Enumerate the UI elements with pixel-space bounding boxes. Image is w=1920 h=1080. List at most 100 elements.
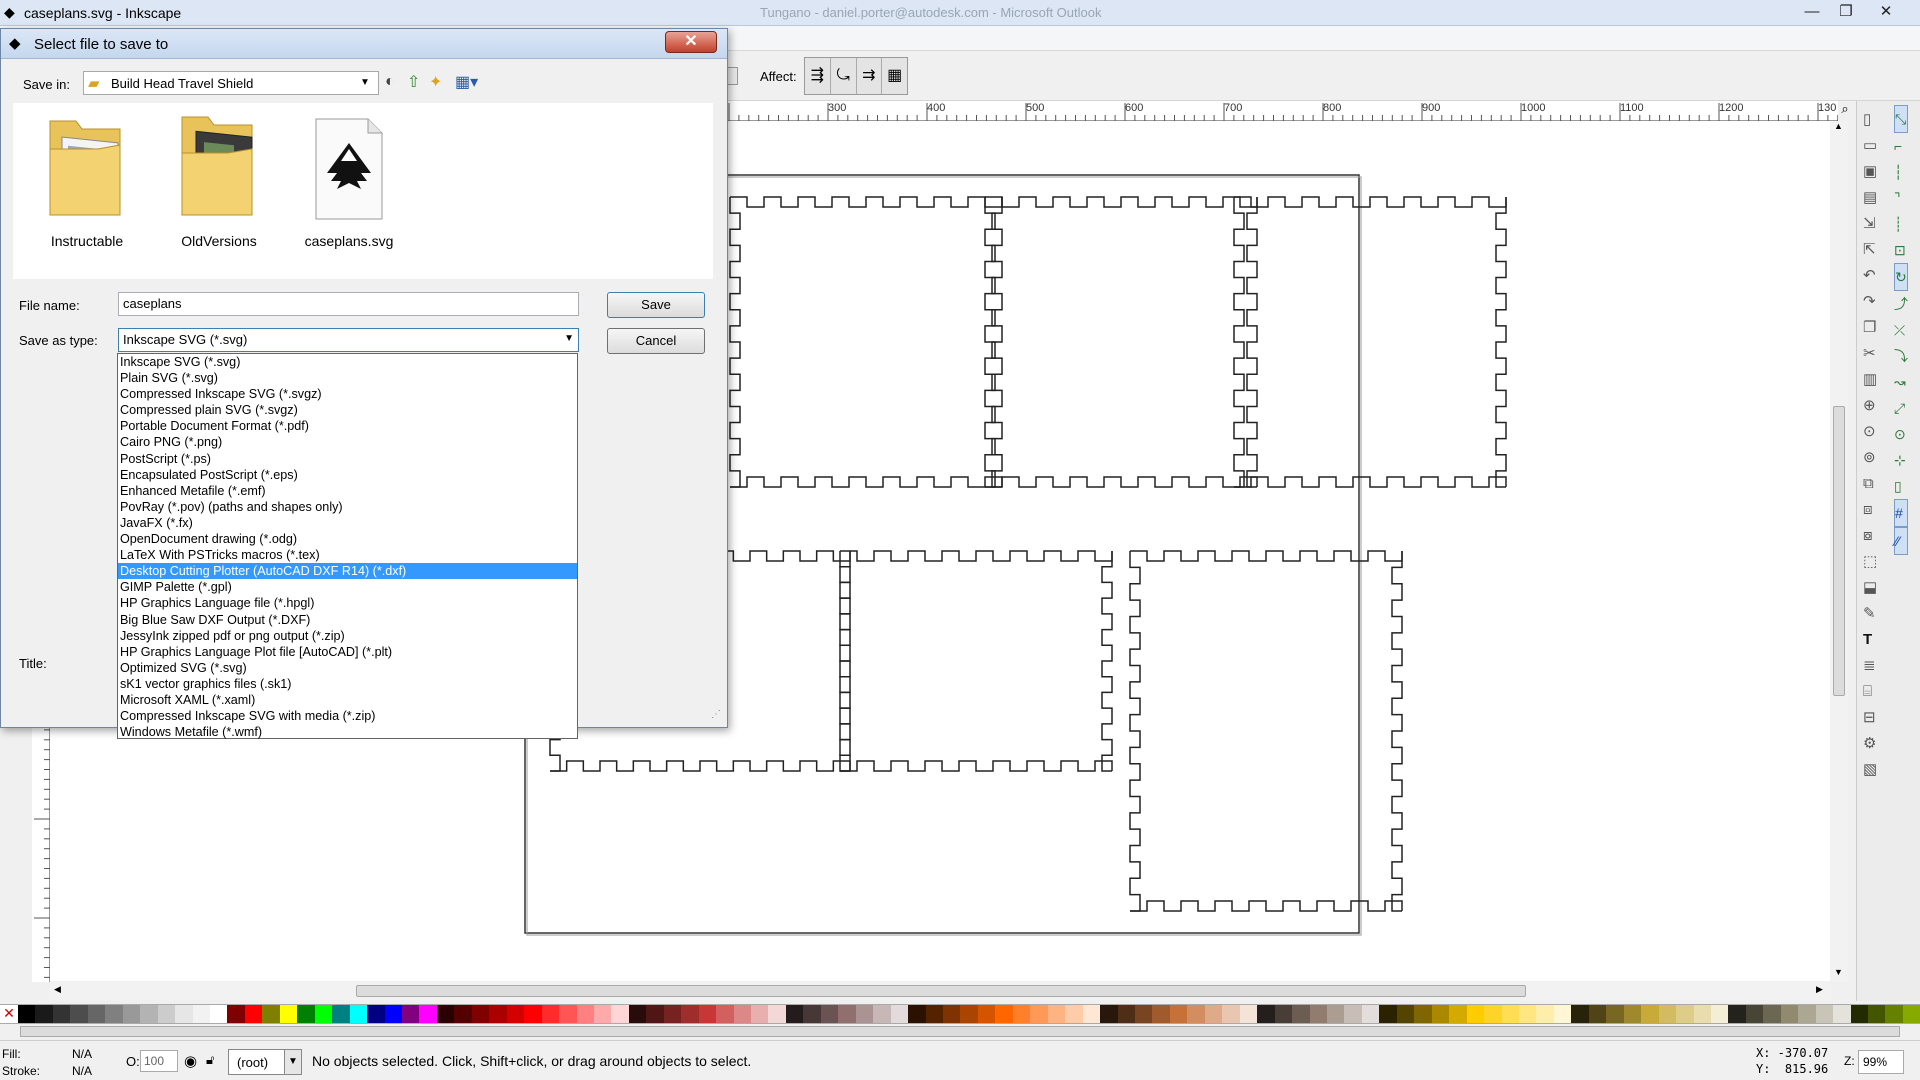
zoom-input[interactable]: 99% [1858, 1050, 1904, 1074]
color-swatch[interactable] [960, 1005, 978, 1023]
color-swatch[interactable] [1676, 1005, 1694, 1023]
color-swatch[interactable] [87, 1005, 106, 1023]
opacity-input[interactable]: 100 [140, 1050, 178, 1072]
color-swatch[interactable] [1012, 1005, 1031, 1023]
close-window-button[interactable]: ✕ [1870, 0, 1902, 24]
cancel-button[interactable]: Cancel [607, 328, 705, 354]
scroll-down-icon[interactable]: ▼ [1834, 967, 1843, 977]
undo-icon[interactable]: ↶ [1863, 263, 1877, 289]
file-type-option[interactable]: Desktop Cutting Plotter (AutoCAD DXF R14… [118, 563, 577, 580]
view-menu-icon[interactable]: ▦▾ [455, 72, 478, 92]
scroll-left-icon[interactable]: ◀ [54, 984, 61, 995]
color-swatch[interactable] [506, 1005, 525, 1023]
color-swatch[interactable] [908, 1005, 926, 1023]
color-swatch[interactable] [698, 1005, 717, 1023]
back-icon[interactable]: ◐ [385, 73, 395, 91]
color-swatch[interactable] [611, 1005, 629, 1023]
color-swatch[interactable] [227, 1005, 245, 1023]
snap-bbox-edge-icon[interactable]: ┆ [1894, 159, 1908, 185]
snap-page-icon[interactable]: ▯ [1894, 473, 1908, 499]
color-swatch[interactable] [1047, 1005, 1066, 1023]
color-swatch[interactable] [943, 1005, 961, 1023]
color-swatch[interactable] [559, 1005, 577, 1023]
color-swatch[interactable] [1326, 1005, 1345, 1023]
color-swatch[interactable] [1414, 1005, 1432, 1023]
color-swatch[interactable] [1152, 1005, 1170, 1023]
new-document-icon[interactable]: ▯ [1863, 107, 1877, 133]
clone-icon[interactable]: ⧈ [1863, 497, 1877, 523]
file-type-option[interactable]: Plain SVG (*.svg) [118, 370, 577, 386]
color-swatch[interactable] [70, 1005, 88, 1023]
unlink-clone-icon[interactable]: ⧇ [1863, 523, 1877, 549]
color-swatch[interactable] [35, 1005, 53, 1023]
color-swatch[interactable] [419, 1005, 437, 1023]
file-type-option[interactable]: Compressed plain SVG (*.svgz) [118, 402, 577, 418]
snap-bbox-icon[interactable]: ⌐ [1894, 133, 1908, 159]
color-swatch[interactable] [1135, 1005, 1153, 1023]
color-swatch[interactable] [803, 1005, 821, 1023]
file-type-option[interactable]: Big Blue Saw DXF Output (*.DXF) [118, 612, 577, 628]
color-swatch[interactable] [541, 1005, 560, 1023]
file-type-option[interactable]: Microsoft XAML (*.xaml) [118, 692, 577, 708]
color-swatch[interactable] [1187, 1005, 1205, 1023]
color-swatch[interactable] [1466, 1005, 1485, 1023]
color-swatch[interactable] [1868, 1005, 1886, 1023]
file-type-option[interactable]: Encapsulated PostScript (*.eps) [118, 467, 577, 483]
color-swatch[interactable] [768, 1005, 786, 1023]
color-swatch[interactable] [157, 1005, 176, 1023]
color-swatch[interactable] [524, 1005, 542, 1023]
color-swatch[interactable] [646, 1005, 664, 1023]
color-swatch[interactable] [297, 1005, 315, 1023]
visibility-eye-icon[interactable]: ◉ [184, 1052, 197, 1070]
snap-bbox-corner-icon[interactable]: ⌝ [1894, 185, 1908, 211]
snap-nodes-icon[interactable]: ↻ [1894, 263, 1908, 291]
layers-icon[interactable]: ≣ [1863, 653, 1877, 679]
file-type-option[interactable]: Compressed Inkscape SVG with media (*.zi… [118, 708, 577, 724]
color-swatch[interactable] [1518, 1005, 1537, 1023]
color-swatch[interactable] [1484, 1005, 1502, 1023]
color-swatch[interactable] [367, 1005, 385, 1023]
color-swatch[interactable] [140, 1005, 158, 1023]
preferences-icon[interactable]: ⚙ [1863, 731, 1877, 757]
color-swatch[interactable] [1885, 1005, 1903, 1023]
file-type-option[interactable]: LaTeX With PSTricks macros (*.tex) [118, 547, 577, 563]
color-swatch[interactable] [1536, 1005, 1554, 1023]
color-swatch[interactable] [279, 1005, 298, 1023]
color-swatch[interactable] [1309, 1005, 1327, 1023]
up-folder-icon[interactable]: ⇧ [407, 72, 420, 92]
horizontal-scrollbar[interactable]: ◀ ▶ [50, 982, 1830, 1000]
color-swatch[interactable] [663, 1005, 682, 1023]
color-swatch[interactable] [1361, 1005, 1380, 1023]
file-type-option[interactable]: PostScript (*.ps) [118, 451, 577, 467]
color-swatch[interactable] [576, 1005, 594, 1023]
group-icon[interactable]: ⬚ [1863, 549, 1877, 575]
file-list[interactable]: Instructable OldVersions caseplans.svg [13, 103, 713, 279]
file-name-input[interactable]: caseplans [118, 292, 579, 316]
scroll-up-icon[interactable]: ▲ [1834, 121, 1843, 131]
vertical-scrollbar[interactable]: ▲ ▼ [1830, 121, 1848, 981]
file-item-caseplans[interactable]: caseplans.svg [289, 109, 409, 249]
redo-icon[interactable]: ↷ [1863, 289, 1877, 315]
file-type-option[interactable]: GIMP Palette (*.gpl) [118, 579, 577, 595]
color-swatch[interactable] [1379, 1005, 1397, 1023]
snap-bbox-midpoint-icon[interactable]: ┊ [1894, 211, 1908, 237]
color-swatch[interactable] [436, 1005, 455, 1023]
color-swatch[interactable] [1431, 1005, 1450, 1023]
color-swatch[interactable] [716, 1005, 734, 1023]
file-type-option[interactable]: Portable Document Format (*.pdf) [118, 418, 577, 434]
color-swatch[interactable] [122, 1005, 141, 1023]
color-swatch[interactable] [1169, 1005, 1188, 1023]
color-swatch[interactable] [262, 1005, 280, 1023]
color-swatch[interactable] [593, 1005, 612, 1023]
color-swatch[interactable] [1623, 1005, 1642, 1023]
snap-intersection-icon[interactable]: ⤫ [1894, 317, 1908, 343]
color-swatch[interactable] [1100, 1005, 1118, 1023]
affect-stroke-icon[interactable]: ⇶ [805, 58, 831, 94]
color-swatch[interactable] [1257, 1005, 1275, 1023]
color-swatch[interactable] [1850, 1005, 1869, 1023]
snap-rotation-icon[interactable]: ⊹ [1894, 447, 1908, 473]
dialog-close-button[interactable]: ✕ [665, 31, 717, 53]
color-swatch[interactable] [1204, 1005, 1223, 1023]
color-swatch[interactable] [1710, 1005, 1729, 1023]
document-properties-icon[interactable]: ▧ [1863, 757, 1877, 783]
